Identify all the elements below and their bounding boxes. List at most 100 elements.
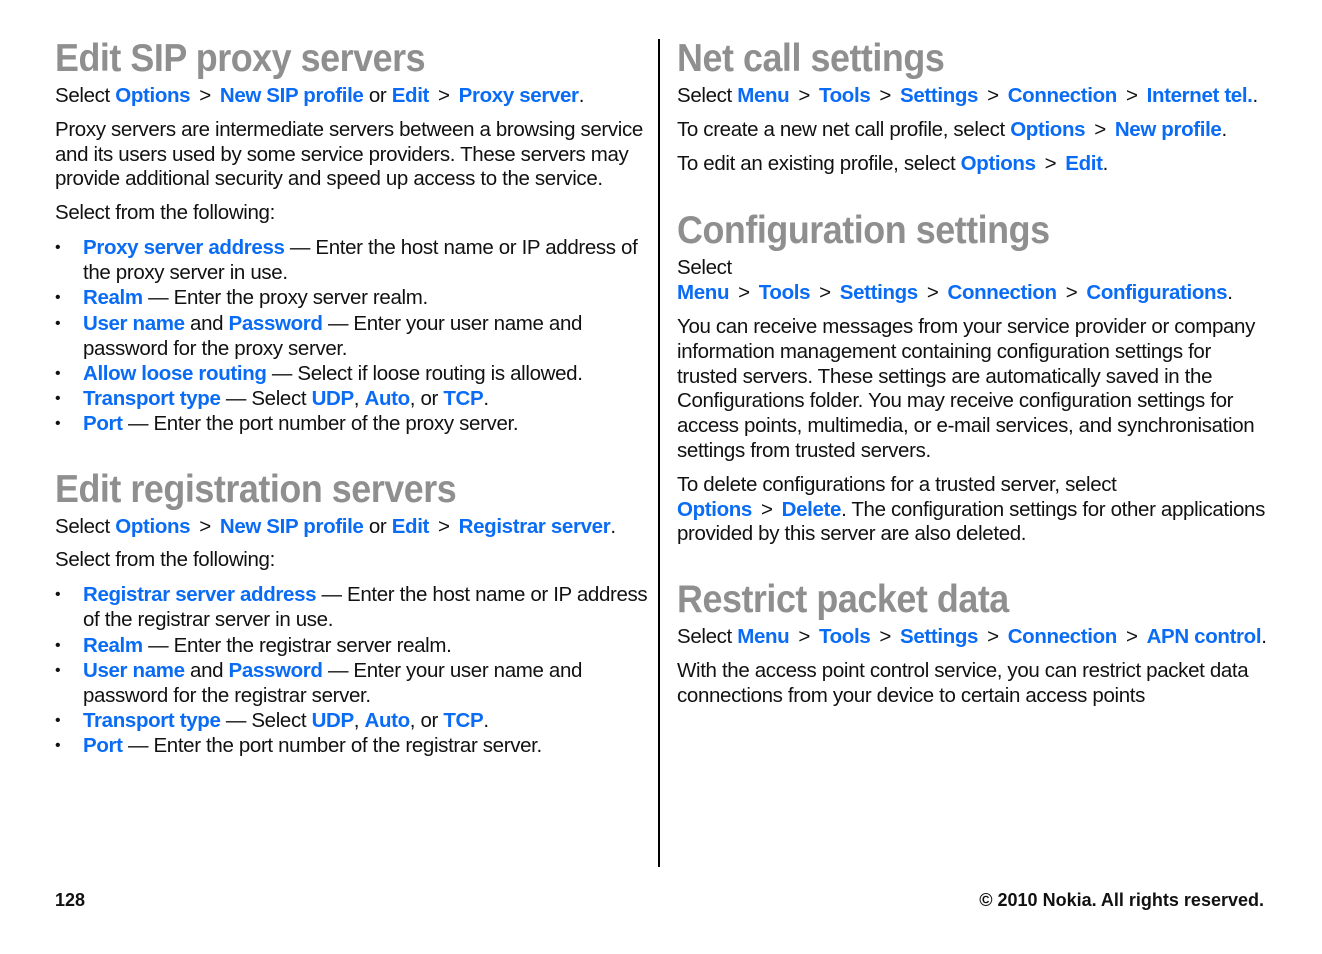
menu-path: Select Menu > Tools > Settings > Connection > Co… — [677, 256, 1272, 306]
text: , or — [409, 709, 444, 733]
separator: > — [1125, 84, 1138, 107]
text: Select — [677, 256, 732, 280]
option-desc: — Enter the proxy server realm. — [142, 286, 428, 310]
delete-config-text: To delete configurations for a trusted s… — [677, 473, 1272, 547]
menu-settings: Settings — [900, 84, 979, 107]
list-item: Port — Enter the port number of the prox… — [55, 411, 650, 436]
menu-delete: Delete — [781, 497, 842, 521]
value-auto: Auto — [364, 709, 411, 733]
copyright: © 2010 Nokia. All rights reserved. — [979, 890, 1264, 910]
list-item: Allow loose routing — Select if loose ro… — [55, 361, 650, 386]
menu-new-profile: New profile — [1114, 117, 1222, 141]
text: , — [353, 709, 365, 733]
value-udp: UDP — [311, 709, 355, 733]
separator: > — [1094, 117, 1106, 141]
option-name: Transport type — [83, 387, 221, 411]
value-tcp: TCP — [443, 387, 484, 411]
heading-edit-registration: Edit registration servers — [55, 467, 457, 511]
menu-menu: Menu — [677, 281, 730, 305]
menu-options: Options — [1010, 117, 1086, 141]
option-name: User name — [83, 311, 185, 335]
text: or — [363, 514, 392, 538]
text: . — [1252, 84, 1259, 107]
option-name: User name — [83, 658, 185, 682]
text: and — [184, 658, 229, 682]
separator: > — [987, 84, 999, 107]
text: Select — [677, 625, 738, 649]
value-tcp: TCP — [443, 709, 484, 733]
left-column: Edit SIP proxy servers Select Options > Ne… — [55, 36, 650, 785]
list-item: Realm — Enter the registrar server realm… — [55, 633, 650, 658]
list-item: User name and Password — Enter your user… — [55, 658, 650, 708]
separator: > — [199, 514, 211, 538]
text: To delete configurations for a trusted s… — [677, 472, 1117, 496]
menu-registrar-server: Registrar server — [458, 514, 611, 538]
option-name: Password — [228, 311, 323, 335]
value-auto: Auto — [364, 387, 411, 411]
option-name: Registrar server address — [83, 583, 317, 607]
page-number: 128 — [55, 890, 86, 910]
heading-configuration-settings: Configuration settings — [677, 209, 1050, 253]
menu-connection: Connection — [1007, 625, 1118, 649]
section-edit-registration: Edit registration servers Select Options… — [55, 467, 650, 759]
list-item: Registrar server address — Enter the hos… — [55, 582, 650, 632]
menu-settings: Settings — [900, 625, 979, 649]
section-net-call-settings: Net call settings Select Menu > Tools > Sett… — [677, 36, 1272, 176]
option-desc: — Select — [220, 387, 312, 411]
intro-paragraph: Proxy servers are intermediate servers b… — [55, 117, 643, 191]
menu-options: Options — [677, 497, 752, 521]
option-name: Port — [83, 734, 123, 758]
text: . — [1102, 151, 1109, 175]
separator: > — [879, 84, 892, 107]
option-desc: — Enter the port number of the proxy ser… — [122, 412, 519, 436]
option-name: Realm — [83, 286, 143, 310]
menu-edit: Edit — [391, 84, 430, 107]
separator: > — [438, 514, 450, 538]
value-udp: UDP — [311, 387, 355, 411]
restrict-body: With the access point control service, y… — [677, 658, 1249, 707]
option-name: Transport type — [83, 709, 221, 733]
list-item: Realm — Enter the proxy server realm. — [55, 285, 650, 310]
text: and — [184, 311, 229, 335]
menu-new-sip-profile: New SIP profile — [219, 84, 364, 107]
list-item: Transport type — Select UDP, Auto, or TC… — [55, 708, 650, 733]
option-desc: — Enter the registrar server realm. — [142, 633, 452, 657]
list-item: User name and Password — Enter your user… — [55, 311, 650, 361]
create-profile-text: To create a new net call profile, select… — [677, 118, 1272, 143]
separator: > — [738, 281, 750, 305]
separator: > — [1065, 281, 1078, 305]
separator: > — [926, 281, 939, 305]
text: , — [353, 387, 365, 411]
menu-connection: Connection — [947, 281, 1057, 305]
separator: > — [879, 625, 892, 649]
text: Select — [55, 514, 116, 538]
menu-path: Select Menu > Tools > Settings > Connection > In… — [677, 84, 1272, 109]
menu-options: Options — [115, 84, 191, 107]
text: . — [610, 514, 616, 538]
column-divider — [658, 39, 660, 867]
text: , or — [409, 387, 444, 411]
menu-options: Options — [960, 151, 1036, 175]
option-desc: — Select — [220, 709, 312, 733]
menu-edit: Edit — [391, 514, 430, 538]
menu-menu: Menu — [737, 84, 790, 107]
heading-restrict-packet-data: Restrict packet data — [677, 578, 1009, 622]
separator: > — [798, 84, 810, 107]
menu-tools: Tools — [818, 84, 871, 107]
menu-path: Select Options > New SIP profile or Edit > P… — [55, 84, 650, 109]
separator: > — [1044, 151, 1057, 175]
option-desc: — Select if loose routing is allowed. — [266, 362, 583, 385]
config-body: You can receive messages from your servi… — [677, 314, 1256, 462]
right-column: Net call settings Select Menu > Tools > Sett… — [677, 36, 1272, 735]
menu-configurations: Configurations — [1086, 281, 1228, 305]
section-restrict-packet-data: Restrict packet data Select Menu > Tools > S… — [677, 577, 1272, 708]
option-name: Proxy server address — [83, 235, 285, 259]
section-configuration-settings: Configuration settings Select Menu > Tools… — [677, 208, 1272, 547]
menu-new-sip-profile: New SIP profile — [219, 514, 364, 538]
text: . — [578, 84, 585, 107]
edit-profile-text: To edit an existing profile, select Opti… — [677, 152, 1272, 177]
separator: > — [1125, 625, 1138, 649]
menu-proxy-server: Proxy server — [458, 84, 579, 107]
option-name: Realm — [83, 633, 143, 657]
text: . — [1227, 281, 1233, 305]
